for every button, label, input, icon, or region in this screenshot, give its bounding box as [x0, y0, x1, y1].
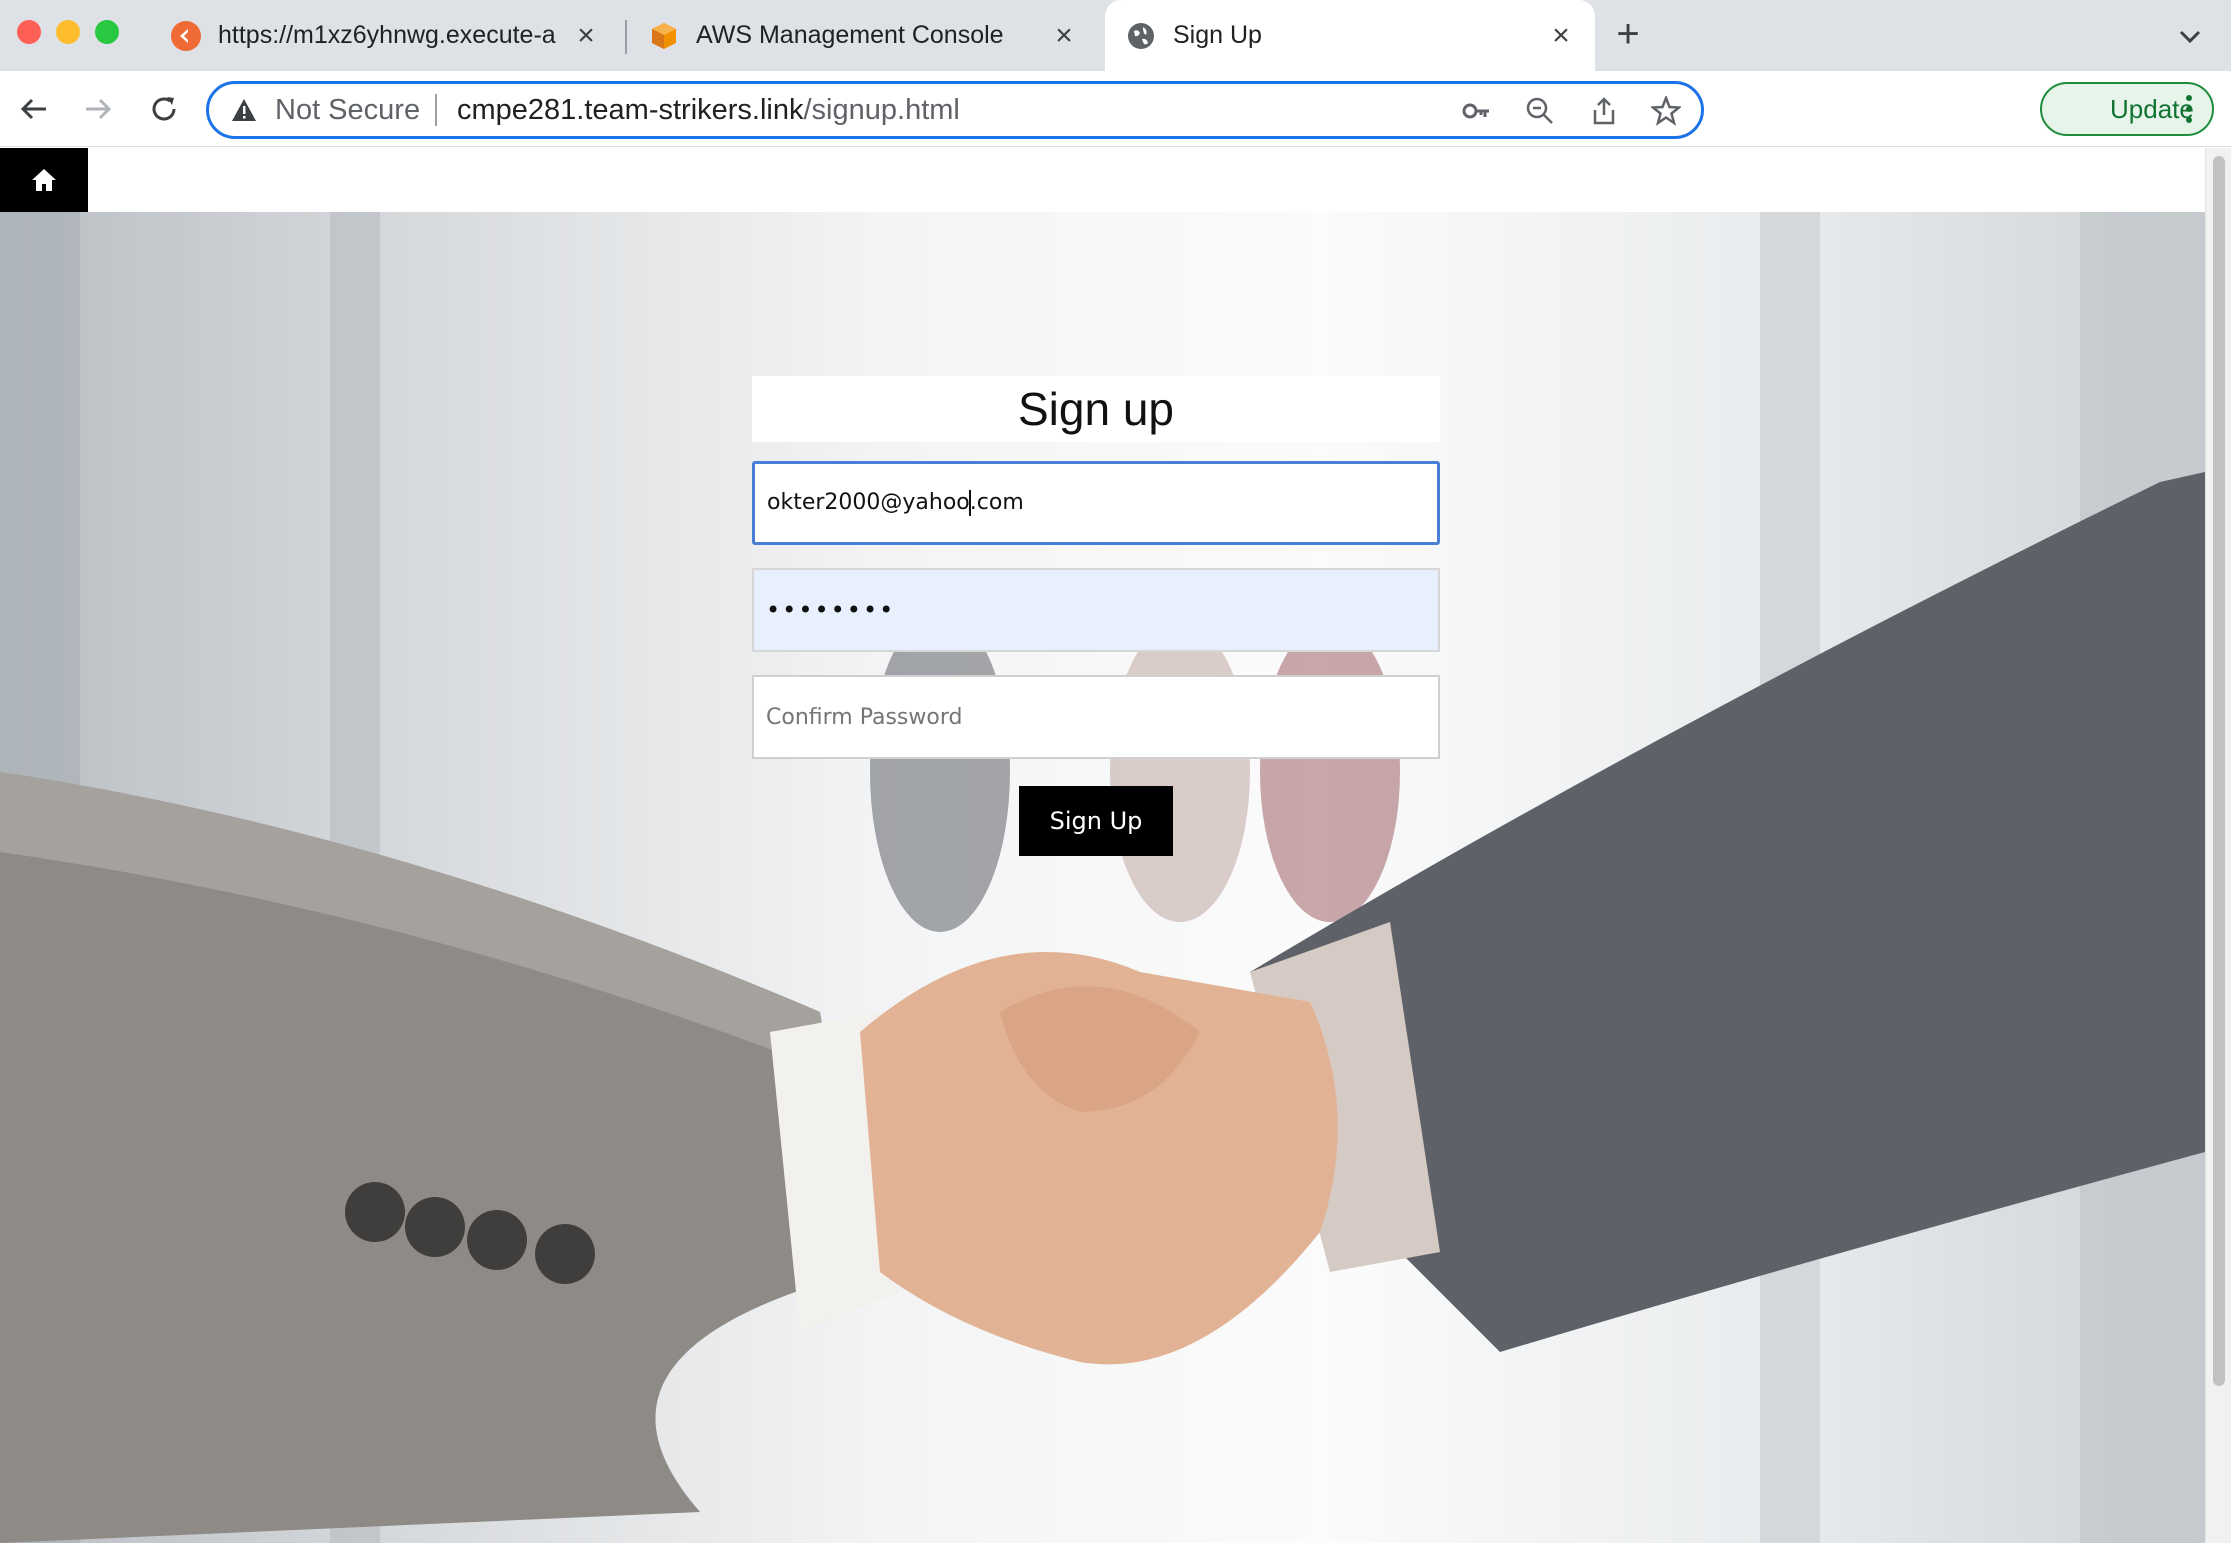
- home-icon: [32, 169, 56, 191]
- tab-title: Sign Up: [1173, 21, 1262, 49]
- tab-sign-up[interactable]: Sign Up ×: [1105, 0, 1595, 71]
- back-button[interactable]: [14, 89, 54, 129]
- security-label[interactable]: Not Secure: [275, 94, 420, 127]
- tab-aws-console[interactable]: AWS Management Console ×: [628, 0, 1098, 71]
- key-icon[interactable]: [1461, 96, 1491, 126]
- minimize-window-button[interactable]: [56, 20, 80, 44]
- close-window-button[interactable]: [17, 20, 41, 44]
- page-title: Sign up: [752, 376, 1440, 442]
- page-viewport: Sign up okter2000@yahoo.com •••••••• Con…: [0, 148, 2205, 1543]
- url-path: /signup.html: [803, 94, 960, 126]
- tab-search-chevron-icon[interactable]: [2172, 18, 2208, 54]
- sign-up-label: Sign Up: [1049, 807, 1143, 835]
- update-button[interactable]: Update: [2040, 82, 2214, 136]
- url-text[interactable]: cmpe281.team-strikers.link/signup.html: [457, 94, 960, 127]
- tab-strip: https://m1xz6yhnwg.execute-a × AWS Manag…: [0, 0, 2231, 71]
- tab-api-gateway[interactable]: https://m1xz6yhnwg.execute-a ×: [150, 0, 620, 71]
- browser-toolbar: Not Secure cmpe281.team-strikers.link/si…: [0, 71, 2231, 199]
- password-mask: ••••••••: [766, 596, 896, 624]
- url-host: cmpe281.team-strikers.link: [457, 94, 804, 126]
- reload-icon: [152, 97, 176, 121]
- bookmark-star-icon[interactable]: [1651, 96, 1681, 126]
- zoom-out-icon[interactable]: [1525, 96, 1555, 126]
- tab-close-icon[interactable]: ×: [1044, 19, 1084, 53]
- tab-divider: [625, 20, 627, 54]
- reload-button[interactable]: [144, 89, 184, 129]
- confirm-password-placeholder: Confirm Password: [766, 704, 963, 730]
- password-input[interactable]: ••••••••: [752, 568, 1440, 652]
- confirm-password-input[interactable]: Confirm Password: [752, 675, 1440, 759]
- page-scrollbar[interactable]: [2205, 148, 2231, 1543]
- globe-icon: [1125, 20, 1157, 52]
- home-button[interactable]: [0, 148, 88, 212]
- back-arrow-icon: [20, 98, 46, 120]
- share-icon[interactable]: [1589, 96, 1619, 126]
- top-nav: [0, 148, 2205, 212]
- update-label: Update: [2110, 93, 2194, 124]
- address-bar[interactable]: Not Secure cmpe281.team-strikers.link/si…: [206, 81, 1704, 139]
- aws-cube-icon: [648, 20, 680, 52]
- tab-title: AWS Management Console: [696, 21, 1004, 49]
- email-value: okter2000@yahoo.com: [767, 490, 1024, 516]
- email-input[interactable]: okter2000@yahoo.com: [752, 461, 1440, 545]
- api-gateway-icon: [170, 20, 202, 52]
- scrollbar-thumb[interactable]: [2213, 156, 2225, 1386]
- tab-title: https://m1xz6yhnwg.execute-a: [218, 21, 556, 49]
- tab-close-icon[interactable]: ×: [566, 19, 606, 53]
- more-vert-icon[interactable]: [2186, 94, 2192, 124]
- zoom-window-button[interactable]: [95, 20, 119, 44]
- warning-triangle-icon: [232, 99, 256, 121]
- omnibox-divider: [435, 94, 437, 126]
- sign-up-button[interactable]: Sign Up: [1019, 786, 1173, 856]
- tab-close-icon[interactable]: ×: [1541, 19, 1581, 53]
- new-tab-button[interactable]: +: [1608, 14, 1648, 54]
- forward-arrow-icon: [86, 98, 112, 120]
- forward-button[interactable]: [78, 89, 118, 129]
